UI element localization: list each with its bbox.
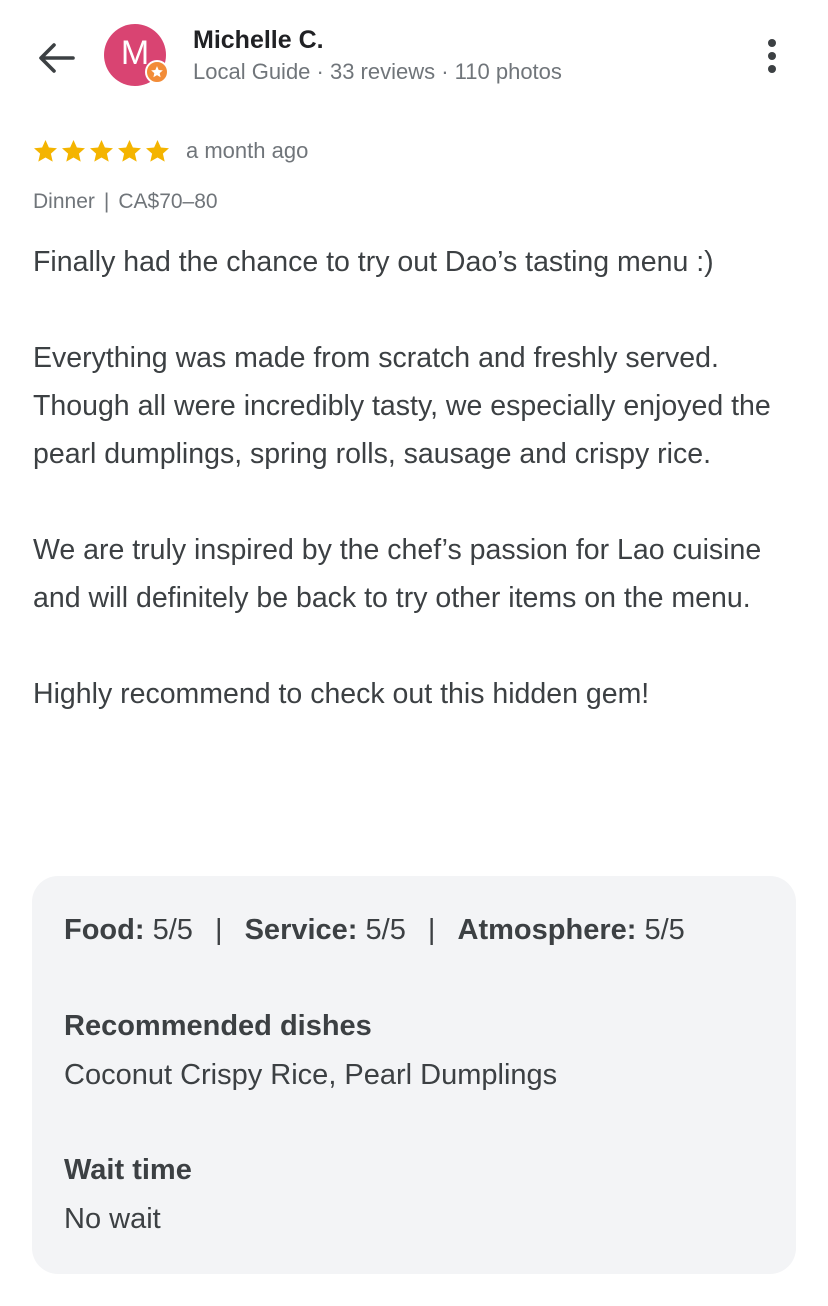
star-icon [34, 139, 57, 162]
recommended-dishes-value: Coconut Crispy Rice, Pearl Dumplings [64, 1059, 558, 1091]
review-header: M Michelle C. Local Guide · 33 reviews ·… [0, 0, 828, 110]
service-score: 5/5 [365, 914, 406, 946]
aspect-separator: | [427, 914, 436, 946]
review-body: Finally had the chance to try out Dao’s … [33, 238, 793, 718]
aspect-ratings: Food: 5/5 | Service: 5/5 | Atmosphere: 5… [64, 914, 685, 947]
review-paragraph: We are truly inspired by the chef’s pass… [33, 534, 762, 614]
review-date: a month ago [186, 138, 309, 163]
meal-info: Dinner | CA$70–80 [33, 190, 218, 214]
star-icon [90, 139, 113, 162]
rating-row: a month ago [32, 135, 308, 167]
recommended-dishes-heading: Recommended dishes [64, 1010, 372, 1042]
star-rating [32, 138, 171, 165]
back-button[interactable] [34, 38, 78, 78]
avatar[interactable]: M [104, 24, 169, 86]
wait-time-heading: Wait time [64, 1154, 192, 1186]
review-paragraph: Finally had the chance to try out Dao’s … [33, 246, 714, 278]
price-range: CA$70–80 [118, 190, 218, 213]
food-label: Food [64, 914, 135, 946]
local-guide-star-icon [145, 60, 169, 84]
review-paragraph: Highly recommend to check out this hidde… [33, 678, 650, 710]
reviewer-meta: Local Guide · 33 reviews · 110 photos [193, 59, 562, 84]
aspect-separator: | [214, 914, 223, 946]
atmosphere-colon: : [626, 914, 637, 946]
service-label: Service [244, 914, 348, 946]
food-score: 5/5 [152, 914, 193, 946]
more-options-button[interactable] [752, 36, 792, 76]
star-icon [146, 139, 169, 162]
wait-time-value: No wait [64, 1203, 161, 1235]
atmosphere-label: Atmosphere [457, 914, 627, 946]
arrow-back-icon [39, 43, 75, 73]
reviewer-name[interactable]: Michelle C. [193, 26, 324, 55]
meal-type: Dinner [33, 190, 95, 213]
atmosphere-score: 5/5 [644, 914, 685, 946]
review-details-card: Food: 5/5 | Service: 5/5 | Atmosphere: 5… [32, 876, 796, 1274]
service-colon: : [347, 914, 358, 946]
meal-separator: | [103, 190, 110, 213]
star-icon [118, 139, 141, 162]
food-colon: : [134, 914, 145, 946]
more-vert-icon [768, 39, 776, 73]
star-icon [62, 139, 85, 162]
review-paragraph: Everything was made from scratch and fre… [33, 342, 771, 470]
